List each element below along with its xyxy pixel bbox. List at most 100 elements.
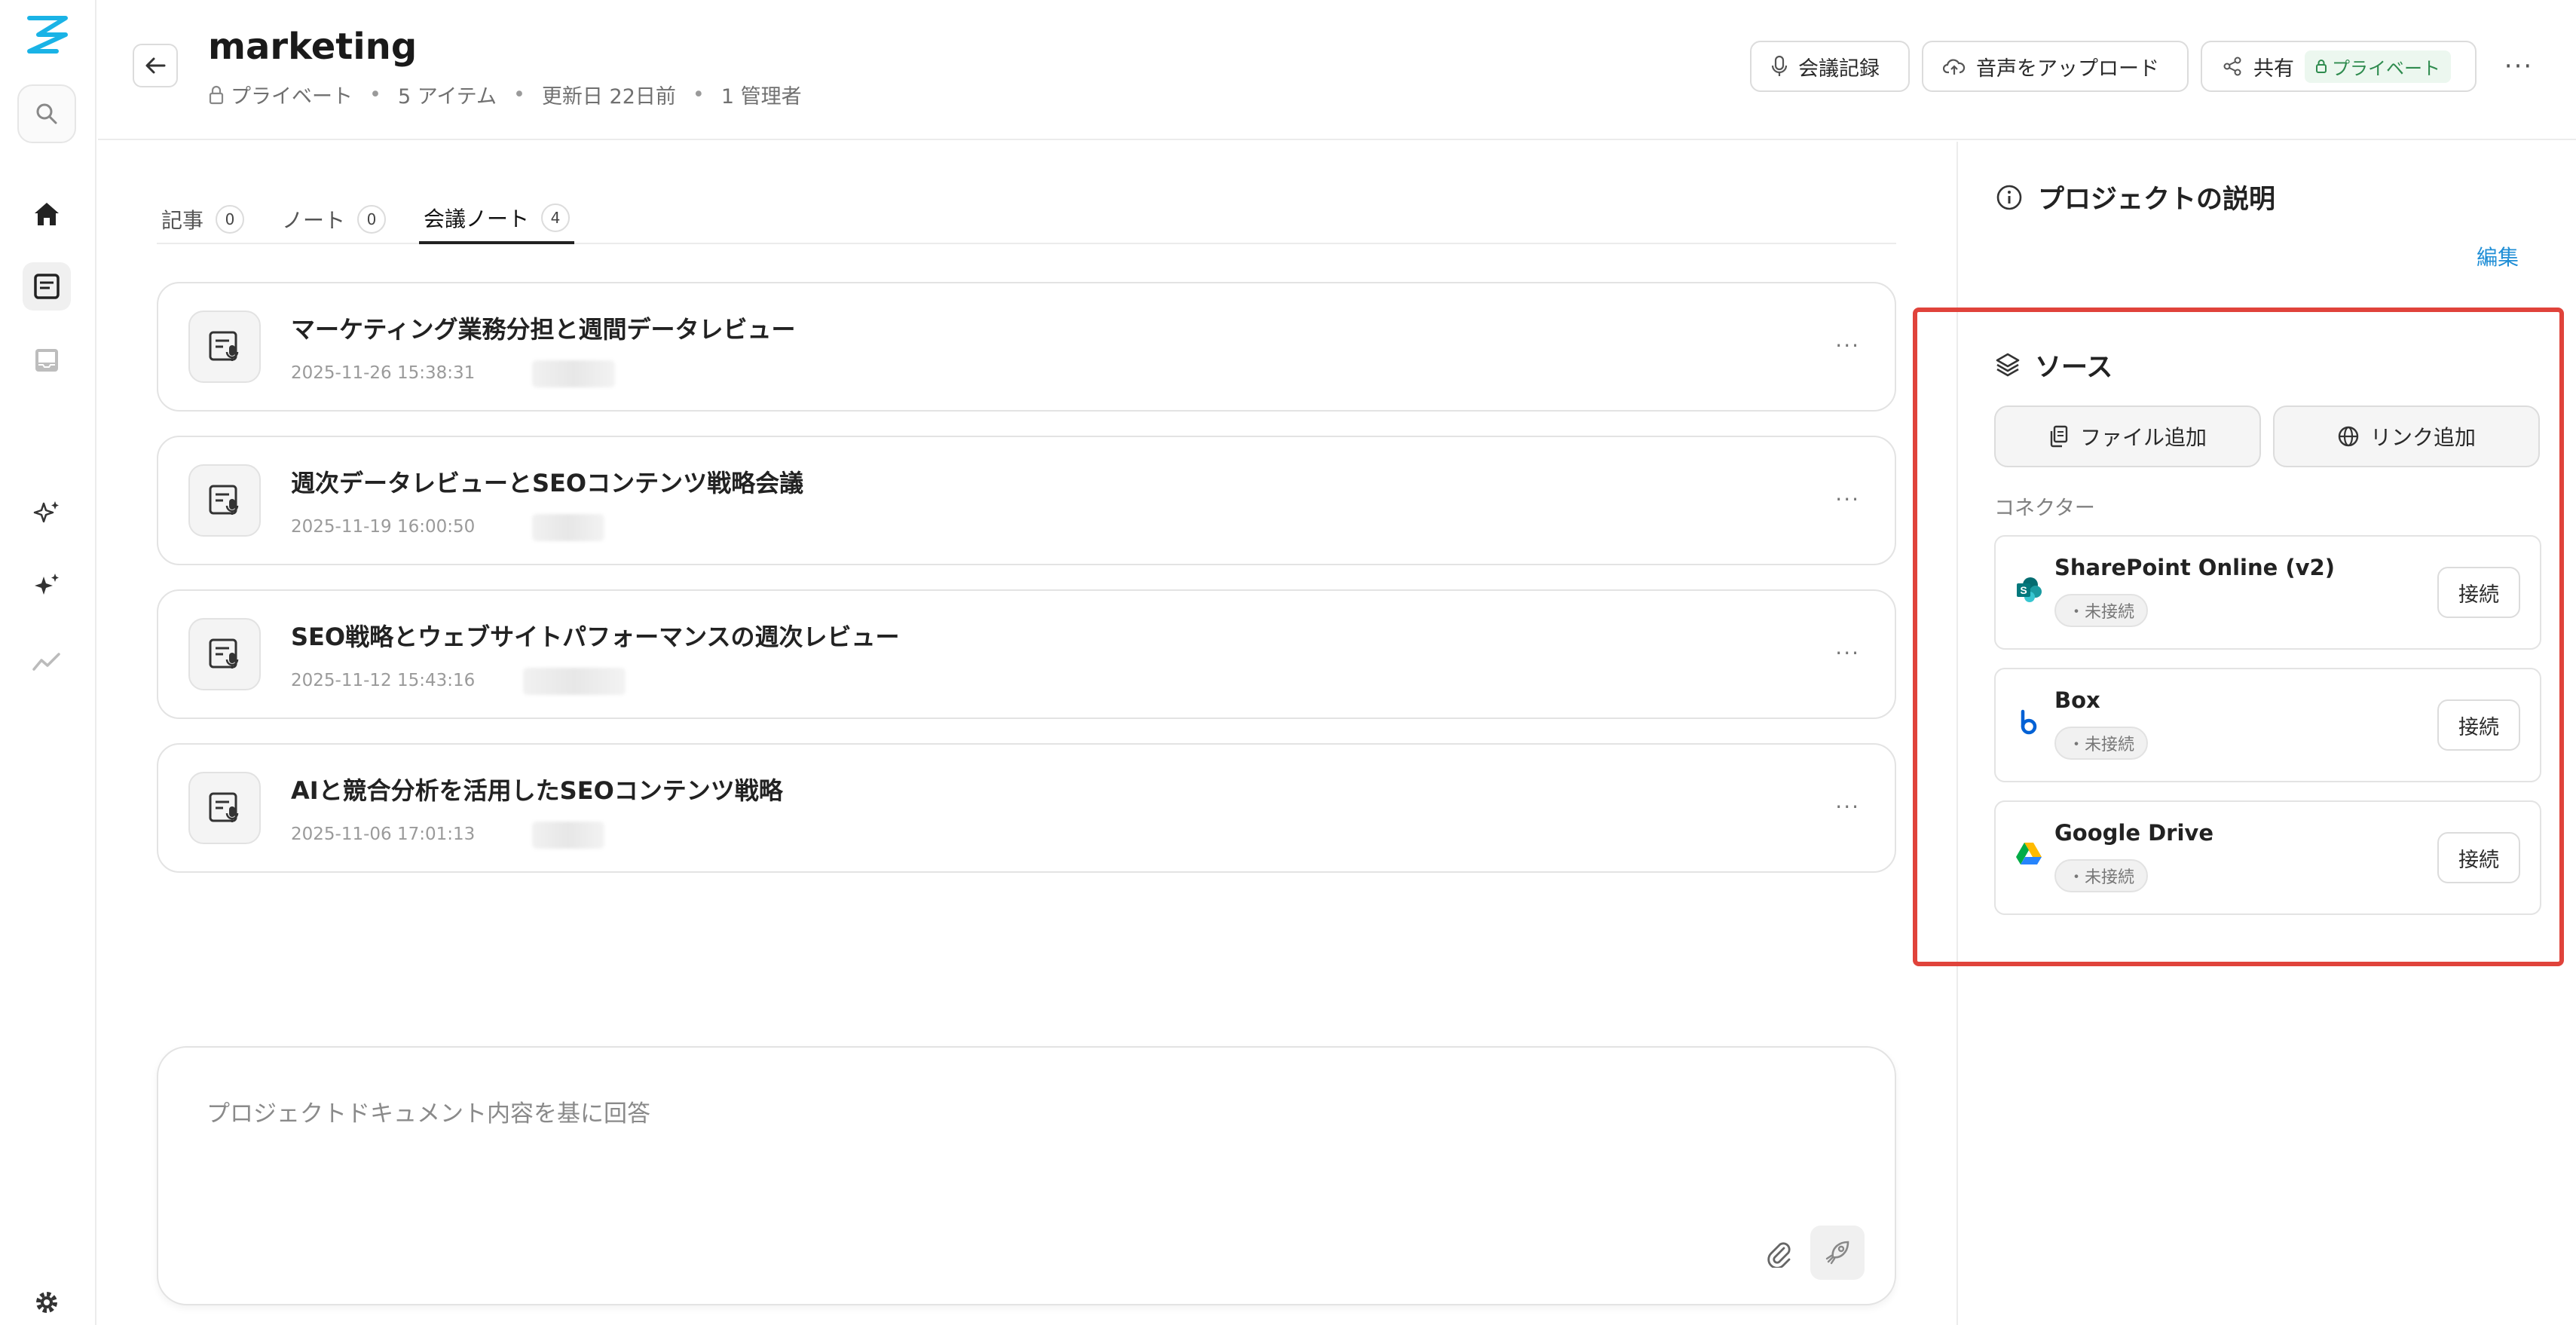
record-meeting-button[interactable]: 会議記録 (1750, 41, 1910, 92)
redacted-text (523, 668, 626, 695)
svg-text:S: S (2020, 584, 2027, 596)
lock-icon (208, 85, 225, 105)
connector-google-drive: Google Drive ・未接続 接続 (1994, 800, 2541, 915)
attach-icon[interactable] (1758, 1232, 1800, 1274)
add-file-button[interactable]: ファイル追加 (1994, 405, 2261, 467)
connector-name: SharePoint Online (v2) (2054, 555, 2335, 580)
lock-icon (2316, 60, 2327, 73)
back-button[interactable] (133, 44, 178, 87)
info-icon (1996, 185, 2022, 210)
share-label: 共有 (2253, 57, 2294, 81)
private-badge-label: プライベート (2332, 57, 2440, 79)
add-link-label: リンク追加 (2369, 425, 2476, 450)
meeting-note-card[interactable]: マーケティング業務分担と週間データレビュー 2025-11-26 15:38:3… (157, 282, 1896, 412)
tab-label: 会議ノート (424, 207, 530, 231)
ai-sparkle-outline-icon[interactable] (23, 490, 71, 538)
connector-sharepoint: S SharePoint Online (v2) ・未接続 接続 (1994, 535, 2541, 650)
redacted-text (532, 360, 615, 387)
tab-count-badge: 4 (541, 203, 571, 232)
connect-button[interactable]: 接続 (2437, 567, 2520, 618)
arrow-left-icon (145, 57, 166, 74)
meta-visibility: プライベート (231, 85, 353, 109)
tab-count-badge: 0 (216, 205, 245, 234)
meeting-note-date: 2025-11-06 17:01:13 (291, 825, 476, 844)
connector-status-badge: ・未接続 (2054, 859, 2149, 892)
connect-button[interactable]: 接続 (2437, 699, 2520, 751)
connector-box: Box ・未接続 接続 (1994, 668, 2541, 782)
meeting-note-card[interactable]: SEO戦略とウェブサイトパフォーマンスの週次レビュー 2025-11-12 15… (157, 589, 1896, 719)
box-icon (2015, 708, 2045, 739)
card-more-icon[interactable]: ··· (1835, 487, 1860, 512)
page-header: marketing プライベート • 5 アイテム • 更新日 22日前 • 1… (98, 0, 2576, 140)
content-tabs: 記事 0 ノート 0 会議ノート 4 (157, 194, 1896, 244)
edit-description-link[interactable]: 編集 (2477, 241, 2519, 271)
meta-item-count: 5 アイテム (397, 85, 497, 109)
tab-articles[interactable]: 記事 0 (157, 194, 249, 244)
file-copy-icon (2050, 425, 2068, 448)
private-badge: プライベート (2305, 50, 2451, 83)
analytics-icon[interactable] (23, 638, 71, 686)
tab-notes[interactable]: ノート 0 (277, 194, 390, 244)
connector-name: Box (2054, 687, 2100, 713)
upload-audio-button[interactable]: 音声をアップロード (1922, 41, 2189, 92)
page-title: marketing (208, 26, 418, 68)
add-link-button[interactable]: リンク追加 (2273, 405, 2540, 467)
meeting-notes-list: マーケティング業務分担と週間データレビュー 2025-11-26 15:38:3… (157, 282, 1896, 897)
sources-heading: ソース (1994, 344, 2541, 386)
meeting-note-icon (188, 311, 261, 383)
google-drive-icon (2015, 841, 2045, 871)
meeting-note-date: 2025-11-26 15:38:31 (291, 363, 476, 383)
meeting-note-date: 2025-11-19 16:00:50 (291, 517, 476, 537)
chat-input-box[interactable]: プロジェクトドキュメント内容を基に回答 (157, 1046, 1896, 1305)
upload-audio-label: 音声をアップロード (1976, 57, 2159, 81)
connect-button[interactable]: 接続 (2437, 832, 2520, 883)
share-button[interactable]: 共有 プライベート (2201, 41, 2477, 92)
meeting-note-title: SEO戦略とウェブサイトパフォーマンスの週次レビュー (291, 623, 900, 651)
connector-status-badge: ・未接続 (2054, 594, 2149, 627)
home-icon[interactable] (23, 190, 71, 238)
meeting-note-icon (188, 618, 261, 690)
globe-icon (2338, 426, 2359, 447)
microphone-icon (1771, 55, 1788, 76)
meeting-note-title: マーケティング業務分担と週間データレビュー (291, 315, 796, 344)
sharepoint-icon: S (2015, 576, 2045, 606)
main-content: 記事 0 ノート 0 会議ノート 4 マーケティング業務分担と週間データレビュー… (98, 142, 1956, 1325)
card-more-icon[interactable]: ··· (1835, 641, 1860, 666)
more-options-icon[interactable]: ··· (2501, 48, 2537, 84)
meeting-note-title: AIと競合分析を活用したSEOコンテンツ戦略 (291, 776, 783, 805)
redacted-text (532, 514, 604, 541)
tab-meeting-notes[interactable]: 会議ノート 4 (419, 194, 575, 244)
add-file-label: ファイル追加 (2079, 425, 2207, 450)
meeting-note-icon (188, 772, 261, 844)
project-meta: プライベート • 5 アイテム • 更新日 22日前 • 1 管理者 (208, 80, 802, 109)
connector-status-badge: ・未接続 (2054, 727, 2149, 760)
chat-input-placeholder[interactable]: プロジェクトドキュメント内容を基に回答 (207, 1094, 650, 1128)
settings-icon[interactable] (23, 1280, 71, 1325)
project-description-heading: プロジェクトの説明 (1996, 178, 2275, 216)
meeting-note-card[interactable]: 週次データレビューとSEOコンテンツ戦略会議 2025-11-19 16:00:… (157, 436, 1896, 565)
connectors-label: コネクター (1994, 497, 2095, 520)
record-meeting-label: 会議記録 (1798, 57, 1880, 81)
meeting-note-icon (188, 464, 261, 537)
app-root: marketing プライベート • 5 アイテム • 更新日 22日前 • 1… (0, 0, 2576, 1325)
description-title: プロジェクトの説明 (2038, 185, 2276, 215)
card-more-icon[interactable]: ··· (1835, 333, 1860, 358)
ai-sparkle-filled-icon[interactable] (23, 562, 71, 610)
app-logo-icon[interactable] (23, 14, 72, 56)
sources-section: ソース ファイル追加 リンク追加 コネクター S SharePoint Onli… (1994, 344, 2541, 915)
meta-updated: 更新日 22日前 (541, 85, 676, 109)
meeting-note-date: 2025-11-12 15:43:16 (291, 671, 476, 690)
send-rocket-icon[interactable] (1810, 1226, 1865, 1280)
card-more-icon[interactable]: ··· (1835, 794, 1860, 819)
source-add-buttons: ファイル追加 リンク追加 (1994, 405, 2540, 467)
projects-icon[interactable] (23, 262, 71, 311)
tab-label: 記事 (161, 208, 204, 233)
inbox-icon[interactable] (23, 336, 71, 384)
share-icon (2223, 57, 2241, 76)
search-icon[interactable] (17, 84, 76, 143)
sources-title: ソース (2035, 352, 2113, 383)
meeting-note-card[interactable]: AIと競合分析を活用したSEOコンテンツ戦略 2025-11-06 17:01:… (157, 743, 1896, 873)
meeting-note-title: 週次データレビューとSEOコンテンツ戦略会議 (291, 469, 804, 497)
layers-icon (1996, 353, 2020, 377)
tab-label: ノート (282, 208, 346, 233)
